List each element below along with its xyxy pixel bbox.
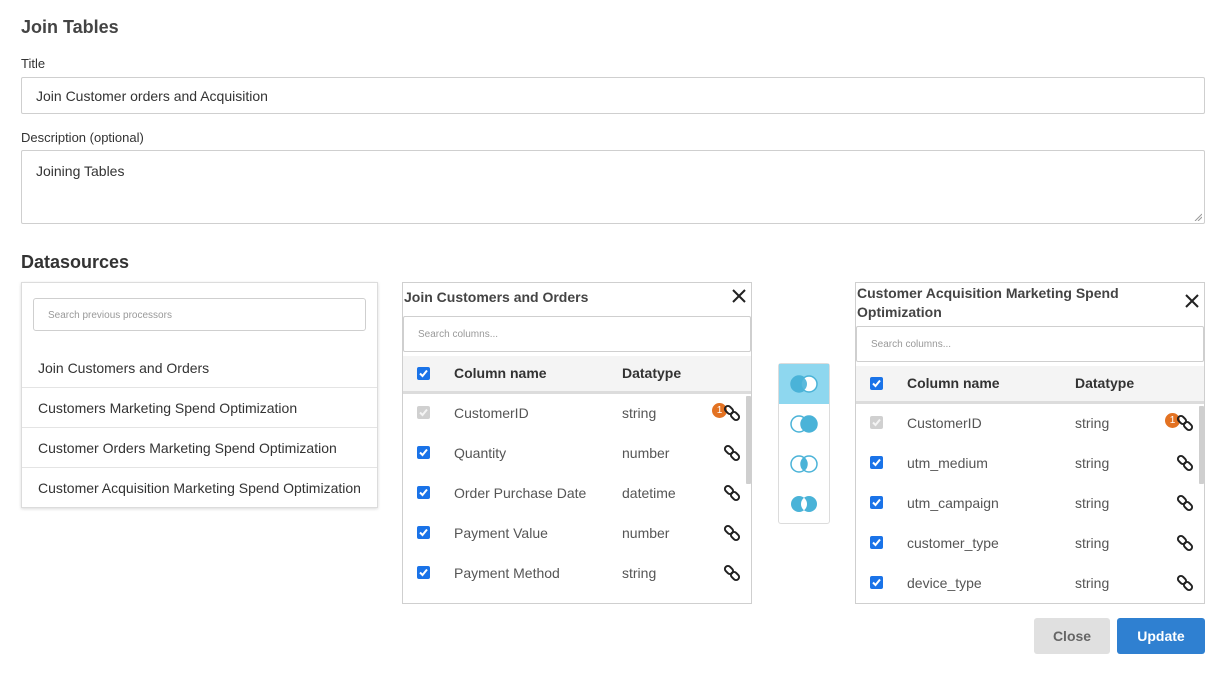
column-name-cell: Quantity <box>454 445 507 461</box>
table-row: Order Purchase Date datetime <box>403 473 743 513</box>
column-name-cell: Payment Value <box>454 525 548 541</box>
outer-join-icon <box>791 496 817 512</box>
table-row: Quantity number <box>403 433 743 473</box>
datatype-header: Datatype <box>1075 375 1135 391</box>
datatype-cell: string <box>1075 455 1110 471</box>
link-icon[interactable] <box>723 444 741 462</box>
table-row: device_type string <box>856 563 1196 603</box>
table-row: CustomerID string 1 <box>403 393 743 433</box>
row-checkbox[interactable] <box>417 566 430 579</box>
close-icon[interactable] <box>1184 293 1200 309</box>
datasources-panel: Search previous processors Join Customer… <box>21 282 378 508</box>
right-join-button[interactable] <box>779 404 829 444</box>
resize-grip-icon[interactable] <box>1194 213 1202 221</box>
datasource-item[interactable]: Join Customers and Orders <box>22 348 377 388</box>
link-icon[interactable] <box>1176 454 1194 472</box>
close-icon[interactable] <box>731 288 747 304</box>
table-row: Payment Method string <box>403 553 743 593</box>
left-join-button[interactable] <box>779 364 829 404</box>
left-join-icon <box>790 375 818 393</box>
link-icon[interactable] <box>1176 494 1194 512</box>
title-input[interactable]: Join Customer orders and Acquisition <box>21 77 1205 114</box>
processor-search-input[interactable]: Search previous processors <box>33 298 366 331</box>
link-icon[interactable] <box>1176 414 1194 432</box>
table-row: utm_medium string <box>856 443 1196 483</box>
row-checkbox[interactable] <box>870 576 883 589</box>
row-checkbox[interactable] <box>870 456 883 469</box>
column-name-cell: CustomerID <box>454 405 529 421</box>
datatype-cell: string <box>622 565 657 581</box>
row-checkbox[interactable] <box>417 526 430 539</box>
description-text: Joining Tables <box>36 163 125 179</box>
right-table-panel: Customer Acquisition Marketing Spend Opt… <box>855 282 1205 604</box>
title-label: Title <box>21 56 46 71</box>
table-row: customer_type string <box>856 523 1196 563</box>
left-table-header: Column name Datatype <box>403 356 751 394</box>
row-checkbox[interactable] <box>870 496 883 509</box>
left-table-title: Join Customers and Orders <box>404 289 589 305</box>
page-title: Join Tables <box>21 17 119 37</box>
close-button[interactable]: Close <box>1034 618 1110 654</box>
column-name-cell: utm_medium <box>907 455 988 471</box>
table-row: utm_campaign string <box>856 483 1196 523</box>
inner-join-icon <box>790 455 818 473</box>
column-name-cell: Order Purchase Date <box>454 485 587 501</box>
link-icon[interactable] <box>723 524 741 542</box>
link-icon[interactable] <box>723 484 741 502</box>
right-table-header: Column name Datatype <box>856 366 1204 404</box>
datatype-cell: string <box>1075 415 1110 431</box>
right-column-search-input[interactable]: Search columns... <box>856 326 1204 362</box>
outer-join-button[interactable] <box>779 484 829 524</box>
datasource-item[interactable]: Customer Acquisition Marketing Spend Opt… <box>22 468 377 508</box>
datatype-cell: datetime <box>622 485 676 501</box>
right-join-icon <box>790 415 818 433</box>
column-name-cell: customer_type <box>907 535 999 551</box>
link-icon[interactable] <box>723 404 741 422</box>
column-name-header: Column name <box>454 365 547 381</box>
table-row: CustomerID string 1 <box>856 403 1196 443</box>
datatype-cell: string <box>1075 535 1110 551</box>
datatype-cell: number <box>622 525 670 541</box>
row-checkbox[interactable] <box>870 416 883 429</box>
left-column-search-input[interactable]: Search columns... <box>403 316 751 352</box>
link-icon[interactable] <box>723 564 741 582</box>
table-row: Payment Value number <box>403 513 743 553</box>
inner-join-button[interactable] <box>779 444 829 484</box>
datatype-cell: string <box>622 405 657 421</box>
link-icon[interactable] <box>1176 534 1194 552</box>
description-label: Description (optional) <box>21 130 144 145</box>
link-icon[interactable] <box>1176 574 1194 592</box>
datatype-cell: string <box>1075 495 1110 511</box>
description-textarea[interactable]: Joining Tables <box>21 150 1205 224</box>
row-checkbox[interactable] <box>870 536 883 549</box>
select-all-checkbox[interactable] <box>417 367 430 380</box>
join-type-selector <box>778 363 830 524</box>
datatype-cell: string <box>1075 575 1110 591</box>
datatype-header: Datatype <box>622 365 682 381</box>
datasource-item[interactable]: Customers Marketing Spend Optimization <box>22 388 377 428</box>
column-name-cell: CustomerID <box>907 415 982 431</box>
left-table-panel: Join Customers and Orders Search columns… <box>402 282 752 604</box>
select-all-checkbox[interactable] <box>870 377 883 390</box>
column-name-cell: device_type <box>907 575 982 591</box>
row-checkbox[interactable] <box>417 486 430 499</box>
scrollbar[interactable] <box>746 396 751 484</box>
column-name-cell: Payment Method <box>454 565 560 581</box>
scrollbar[interactable] <box>1199 406 1204 484</box>
right-table-title: Customer Acquisition Marketing Spend Opt… <box>857 285 1119 320</box>
column-name-cell: utm_campaign <box>907 495 999 511</box>
datasource-item[interactable]: Customer Orders Marketing Spend Optimiza… <box>22 428 377 468</box>
row-checkbox[interactable] <box>417 446 430 459</box>
datatype-cell: number <box>622 445 670 461</box>
datasources-heading: Datasources <box>21 252 130 272</box>
column-name-header: Column name <box>907 375 1000 391</box>
row-checkbox[interactable] <box>417 406 430 419</box>
update-button[interactable]: Update <box>1117 618 1205 654</box>
